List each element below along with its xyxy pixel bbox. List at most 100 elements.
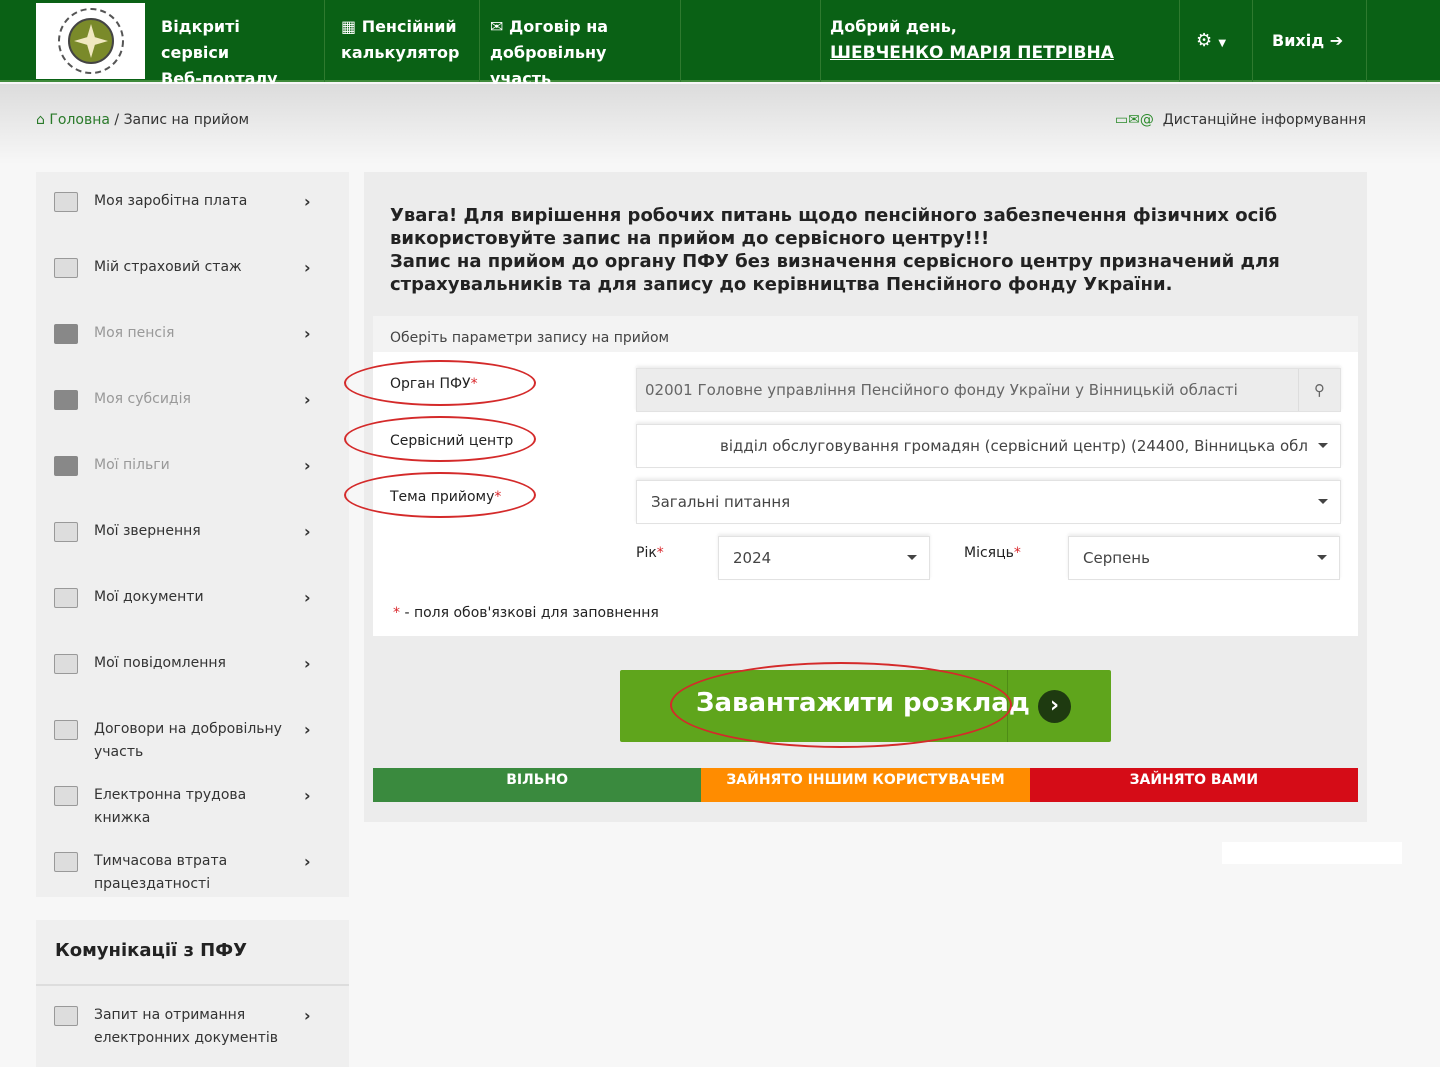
sidebar-item-voluntary-contracts[interactable]: Договори на добровільну участь› — [36, 720, 349, 764]
chevron-right-icon: › — [304, 324, 311, 343]
sidebar-item-benefits[interactable]: Мої пільги› — [36, 456, 349, 477]
caret-down-icon — [1317, 555, 1327, 560]
label-text: Місяць — [964, 545, 1014, 561]
sidebar-item-disability[interactable]: Тимчасова втрата працездатності› — [36, 852, 349, 896]
user-name-link[interactable]: ШЕВЧЕНКО МАРІЯ ПЕТРІВНА — [830, 40, 1163, 66]
form-title: Оберіть параметри запису на прийом — [373, 316, 1358, 352]
required-star: * — [393, 605, 400, 621]
year-label: Рік* — [636, 545, 664, 561]
chevron-right-icon: › — [304, 192, 311, 211]
organ-pfu-field[interactable]: 02001 Головне управління Пенсійного фонд… — [636, 368, 1341, 412]
folder-icon — [54, 390, 78, 410]
document-icon — [54, 588, 78, 608]
sidebar-item-label: Договори на добровільну участь — [94, 718, 304, 764]
chevron-right-icon: › — [304, 786, 311, 805]
topic-select[interactable]: Загальні питання — [636, 480, 1341, 524]
caret-down-icon — [1318, 443, 1328, 448]
sidebar-item-messages[interactable]: Мої повідомлення› — [36, 654, 349, 675]
nav-label: калькулятор — [341, 40, 463, 66]
sidebar-item-e-documents-request[interactable]: Запит на отримання електронних документі… — [36, 1006, 349, 1050]
legend-free: ВІЛЬНО — [373, 768, 701, 802]
chevron-right-icon: › — [304, 654, 311, 673]
year-select[interactable]: 2024 — [718, 536, 930, 580]
nav-label: Договір на — [509, 17, 608, 36]
remote-info-link[interactable]: ▭✉@ Дистанційне інформування — [1115, 112, 1366, 128]
required-star: * — [657, 545, 664, 561]
chevron-right-icon: › — [1038, 690, 1071, 723]
annotation-ellipse — [344, 416, 536, 462]
breadcrumb-home[interactable]: ⌂ Головна — [36, 112, 110, 128]
topic-value: Загальні питання — [651, 493, 790, 511]
required-note: * - поля обов'язкові для заповнення — [393, 605, 659, 621]
salary-icon — [54, 192, 78, 212]
nav-open-services[interactable]: Відкриті сервісиВеб-порталу — [145, 0, 325, 82]
sidebar-item-pension[interactable]: Моя пенсія› — [36, 324, 349, 345]
sidebar-item-label: Запит на отримання електронних документі… — [94, 1004, 304, 1050]
nav-spacer — [681, 0, 821, 82]
logout-button[interactable]: Вихід ➔ — [1253, 0, 1367, 82]
logout-label: Вихід — [1272, 31, 1324, 50]
warning-message: Увага! Для вирішення робочих питань щодо… — [390, 204, 1290, 296]
sidebar-item-label: Моя заробітна плата — [94, 190, 304, 213]
load-schedule-button[interactable]: Завантажити розклад › — [620, 670, 1111, 742]
sidebar-item-appeals[interactable]: Мої звернення› — [36, 522, 349, 543]
service-center-value: відділ обслуговування громадян (сервісни… — [720, 437, 1308, 455]
warning-text: Запис на прийом до органу ПФУ без визнач… — [390, 250, 1290, 296]
caret-down-icon — [1318, 499, 1328, 504]
service-center-select[interactable]: відділ обслуговування громадян (сервісни… — [636, 424, 1341, 468]
sidebar-item-label: Мій страховий стаж — [94, 256, 304, 279]
sidebar-item-label: Мої звернення — [94, 520, 304, 543]
warning-text: Увага! Для вирішення робочих питань щодо… — [390, 204, 1290, 250]
chevron-right-icon: › — [304, 390, 311, 409]
envelope-icon — [54, 522, 78, 542]
required-star: * — [1014, 545, 1021, 561]
appointment-form: Оберіть параметри запису на прийом Орган… — [373, 316, 1358, 636]
chevron-right-icon: › — [304, 588, 311, 607]
nav-label: Відкриті сервіси — [161, 14, 308, 66]
required-note-text: - поля обов'язкові для заповнення — [400, 605, 659, 621]
top-header: Відкриті сервісиВеб-порталу ▦ Пенсійнийк… — [0, 0, 1440, 82]
book-icon — [54, 786, 78, 806]
settings-dropdown[interactable]: ⚙ ▼ — [1180, 0, 1253, 82]
monitor-icon: ▭ — [1115, 112, 1128, 128]
sidebar-item-label: Електронна трудова книжка — [94, 784, 304, 830]
breadcrumb-separator: / — [114, 112, 119, 128]
pfu-logo[interactable] — [36, 3, 145, 79]
nav-pension-calculator[interactable]: ▦ Пенсійнийкалькулятор — [325, 0, 480, 82]
year-value: 2024 — [733, 549, 771, 567]
annotation-ellipse — [344, 472, 536, 518]
breadcrumb-current: Запис на прийом — [124, 112, 250, 128]
sidebar-item-documents[interactable]: Мої документи› — [36, 588, 349, 609]
envelope-icon — [54, 654, 78, 674]
search-icon[interactable]: ⚲ — [1298, 369, 1340, 411]
sidebar-item-subsidy[interactable]: Моя субсидія› — [36, 390, 349, 411]
calculator-icon: ▦ — [341, 17, 362, 36]
at-icon: @ — [1140, 112, 1154, 128]
annotation-ellipse — [670, 662, 1012, 748]
chevron-right-icon: › — [304, 456, 311, 475]
legend-taken-by-other: ЗАЙНЯТО ІНШИМ КОРИСТУВАЧЕМ — [701, 768, 1029, 802]
envelope-icon: ✉ — [1128, 112, 1140, 128]
sidebar-item-label: Моя пенсія — [94, 322, 304, 345]
sidebar-item-label: Тимчасова втрата працездатності — [94, 850, 304, 896]
sidebar-item-label: Мої пільги — [94, 454, 304, 477]
communications-panel: Комунікації з ПФУ Запит на отримання еле… — [36, 920, 349, 1067]
breadcrumb-home-label: Головна — [49, 112, 110, 128]
sidebar-item-labor-book[interactable]: Електронна трудова книжка› — [36, 786, 349, 830]
legend-taken-by-you: ЗАЙНЯТО ВАМИ — [1030, 768, 1358, 802]
document-icon — [54, 1006, 78, 1026]
chevron-right-icon: › — [304, 522, 311, 541]
month-select[interactable]: Серпень — [1068, 536, 1340, 580]
calendar-icon — [54, 258, 78, 278]
chevron-right-icon: › — [304, 720, 311, 739]
sidebar-item-label: Мої документи — [94, 586, 304, 609]
home-icon: ⌂ — [36, 112, 49, 128]
sidebar-item-salary[interactable]: Моя заробітна плата› — [36, 192, 349, 213]
breadcrumb: ⌂ Головна / Запис на прийом — [36, 112, 249, 128]
nav-voluntary-contract[interactable]: ✉ Договір надобровільну участь — [480, 0, 681, 82]
sidebar-item-label: Мої повідомлення — [94, 652, 304, 675]
sidebar-item-insurance-record[interactable]: Мій страховий стаж› — [36, 258, 349, 279]
remote-info-label: Дистанційне інформування — [1163, 112, 1366, 128]
greeting-text: Добрий день, — [830, 14, 1163, 40]
annotation-ellipse — [344, 360, 536, 406]
